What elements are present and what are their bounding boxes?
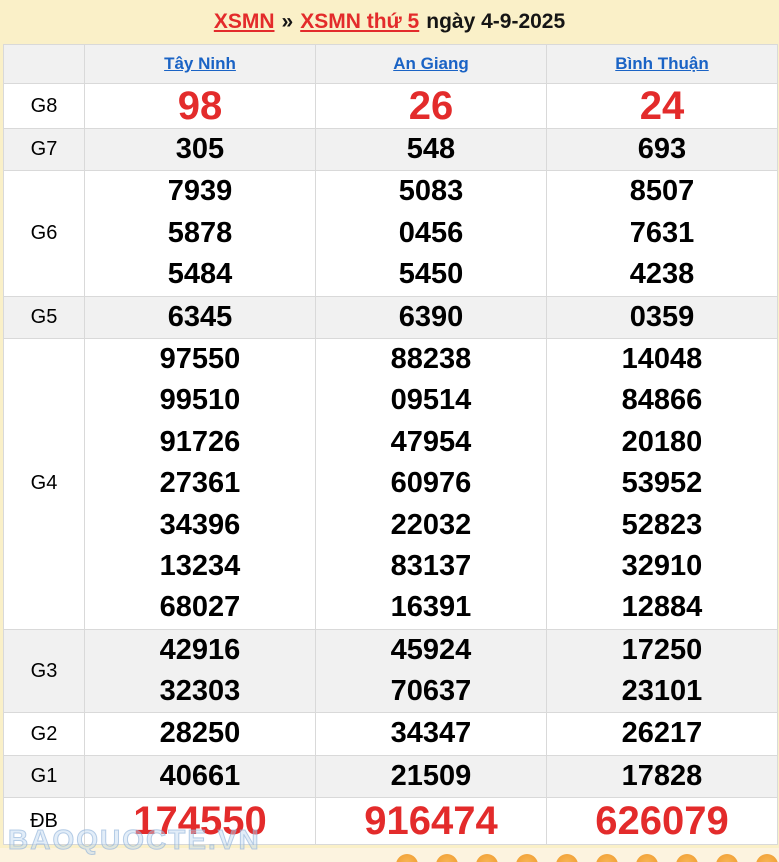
prize-value: 7939 [85, 171, 315, 212]
prize-value: 98 [85, 85, 315, 127]
prize-value: 0359 [547, 297, 777, 338]
prize-value: 88238 [316, 339, 546, 380]
prize-value: 26 [316, 85, 546, 127]
prize-value: 17828 [547, 756, 777, 797]
prize-value: 45924 [316, 630, 546, 671]
prize-value: 68027 [85, 587, 315, 628]
prize-value: 09514 [316, 380, 546, 421]
province-link-tay-ninh[interactable]: Tây Ninh [164, 54, 236, 73]
province-header: Tây Ninh [85, 45, 316, 84]
prize-value: 5083 [316, 171, 546, 212]
prize-value: 305 [85, 129, 315, 170]
prize-value: 70637 [316, 671, 546, 712]
prize-value: 5450 [316, 254, 546, 295]
prize-label: G2 [4, 713, 85, 755]
prize-row-g6: G6 7939 5878 5484 5083 0456 5450 8507 76… [4, 171, 778, 296]
prize-value: 174550 [85, 800, 315, 842]
lottery-ball-icon [676, 854, 698, 862]
prize-label: G5 [4, 296, 85, 338]
prize-value: 32910 [547, 546, 777, 587]
prize-value: 6345 [85, 297, 315, 338]
prize-row-g3: G3 42916 32303 45924 70637 17250 23101 [4, 629, 778, 713]
prize-label: G6 [4, 171, 85, 296]
prize-value: 13234 [85, 546, 315, 587]
breadcrumb-separator: » [282, 10, 294, 34]
prize-value: 32303 [85, 671, 315, 712]
prize-value: 27361 [85, 463, 315, 504]
prize-value: 5484 [85, 254, 315, 295]
prize-value: 42916 [85, 630, 315, 671]
prize-value: 22032 [316, 505, 546, 546]
table-header-row: Tây Ninh An Giang Bình Thuận [4, 45, 778, 84]
province-header: Bình Thuận [547, 45, 778, 84]
prize-label: G1 [4, 755, 85, 797]
prize-value: 693 [547, 129, 777, 170]
prize-value: 34347 [316, 713, 546, 754]
prize-value: 34396 [85, 505, 315, 546]
prize-label: ĐB [4, 798, 85, 845]
prize-value: 5878 [85, 213, 315, 254]
prize-label: G3 [4, 629, 85, 713]
page-title: XSMN » XSMN thứ 5 ngày 4-9-2025 [0, 0, 779, 44]
prize-value: 97550 [85, 339, 315, 380]
prize-value: 6390 [316, 297, 546, 338]
prize-value: 53952 [547, 463, 777, 504]
draw-date: ngày 4-9-2025 [426, 10, 565, 34]
lottery-ball-icon [556, 854, 578, 862]
prize-row-g8: G8 98 26 24 [4, 84, 778, 129]
prize-row-g2: G2 28250 34347 26217 [4, 713, 778, 755]
prize-value: 7631 [547, 213, 777, 254]
corner-cell [4, 45, 85, 84]
prize-value: 17250 [547, 630, 777, 671]
prize-value: 16391 [316, 587, 546, 628]
prize-value: 91726 [85, 422, 315, 463]
lottery-ball-icon [436, 854, 458, 862]
prize-row-g4: G4 97550 99510 91726 27361 34396 13234 6… [4, 338, 778, 629]
prize-value: 626079 [547, 800, 777, 842]
xsmn-day-link[interactable]: XSMN thứ 5 [300, 10, 419, 34]
prize-value: 60976 [316, 463, 546, 504]
prize-value: 23101 [547, 671, 777, 712]
prize-row-g7: G7 305 548 693 [4, 129, 778, 171]
prize-label: G7 [4, 129, 85, 171]
province-link-an-giang[interactable]: An Giang [393, 54, 469, 73]
prize-value: 83137 [316, 546, 546, 587]
lottery-ball-icon [756, 854, 778, 862]
prize-row-db: ĐB 174550 916474 626079 [4, 798, 778, 845]
bottom-strip [0, 848, 779, 862]
prize-value: 40661 [85, 756, 315, 797]
prize-value: 26217 [547, 713, 777, 754]
prize-value: 99510 [85, 380, 315, 421]
prize-value: 0456 [316, 213, 546, 254]
prize-label: G8 [4, 84, 85, 129]
province-header: An Giang [316, 45, 547, 84]
prize-value: 52823 [547, 505, 777, 546]
lottery-ball-icon [596, 854, 618, 862]
prize-value: 21509 [316, 756, 546, 797]
lottery-ball-icon [516, 854, 538, 862]
prize-value: 20180 [547, 422, 777, 463]
lottery-ball-icon [476, 854, 498, 862]
prize-value: 12884 [547, 587, 777, 628]
lottery-ball-icon [636, 854, 658, 862]
lottery-ball-icon [716, 854, 738, 862]
lottery-results-table: Tây Ninh An Giang Bình Thuận G8 98 26 24… [3, 44, 778, 845]
prize-value: 14048 [547, 339, 777, 380]
prize-value: 4238 [547, 254, 777, 295]
prize-value: 47954 [316, 422, 546, 463]
prize-value: 8507 [547, 171, 777, 212]
prize-value: 28250 [85, 713, 315, 754]
prize-value: 84866 [547, 380, 777, 421]
xsmn-link[interactable]: XSMN [214, 10, 275, 34]
prize-label: G4 [4, 338, 85, 629]
province-link-binh-thuan[interactable]: Bình Thuận [615, 54, 708, 73]
prize-row-g1: G1 40661 21509 17828 [4, 755, 778, 797]
lottery-ball-icon [396, 854, 418, 862]
prize-value: 24 [547, 85, 777, 127]
prize-value: 916474 [316, 800, 546, 842]
prize-value: 548 [316, 129, 546, 170]
prize-row-g5: G5 6345 6390 0359 [4, 296, 778, 338]
